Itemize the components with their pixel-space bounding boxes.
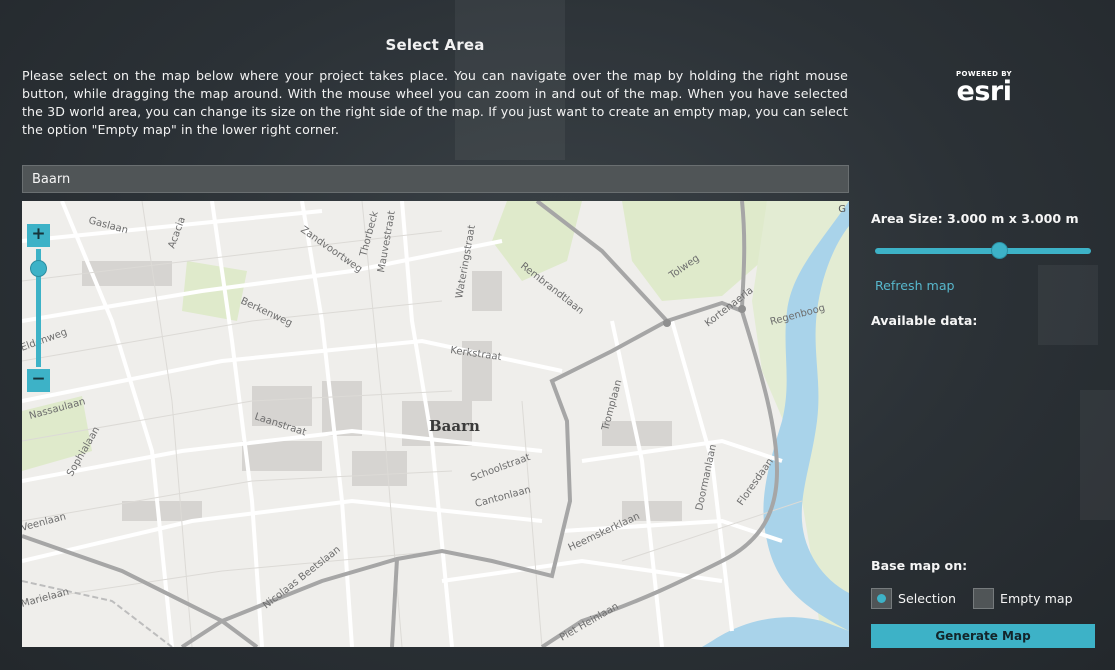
map-view[interactable]: Baarn Gaslaan Acacia Thorbeck Mauvestraa… <box>22 201 849 647</box>
empty-map-option-label: Empty map <box>1000 590 1073 606</box>
refresh-map-link[interactable]: Refresh map <box>875 278 955 293</box>
available-data-label: Available data: <box>871 313 978 328</box>
area-size-slider-handle[interactable] <box>990 242 1008 259</box>
map-attribution-mark: G <box>838 204 846 215</box>
area-size-slider-track[interactable] <box>875 248 1091 254</box>
base-map-label: Base map on: <box>871 558 968 573</box>
zoom-control: + − <box>27 224 50 392</box>
background-building <box>1080 390 1115 520</box>
map-canvas[interactable]: Baarn Gaslaan Acacia Thorbeck Mauvestraa… <box>22 201 849 647</box>
esri-logo-word: esri <box>956 76 1012 107</box>
empty-map-option[interactable]: Empty map <box>973 587 1073 609</box>
selection-option[interactable]: Selection <box>871 587 956 609</box>
generate-map-button[interactable]: Generate Map <box>871 624 1095 648</box>
background-building <box>1038 265 1098 345</box>
dialog-title: Select Area <box>385 36 485 54</box>
radio-selected-indicator <box>877 593 886 603</box>
esri-logo: POWERED BY esri <box>948 70 1020 106</box>
selection-option-label: Selection <box>898 590 957 606</box>
dialog-instructions: Please select on the map below where you… <box>22 68 848 137</box>
area-size-label: Area Size: 3.000 m x 3.000 m <box>871 211 1079 226</box>
empty-map-radio[interactable] <box>973 587 994 609</box>
zoom-slider-handle[interactable] <box>30 260 47 277</box>
selection-radio[interactable] <box>871 587 892 609</box>
area-size-slider[interactable] <box>873 242 1091 260</box>
map-city-label: Baarn <box>429 417 480 435</box>
zoom-out-button[interactable]: − <box>27 369 50 392</box>
zoom-in-button[interactable]: + <box>27 224 50 247</box>
location-search-input[interactable] <box>22 165 849 193</box>
